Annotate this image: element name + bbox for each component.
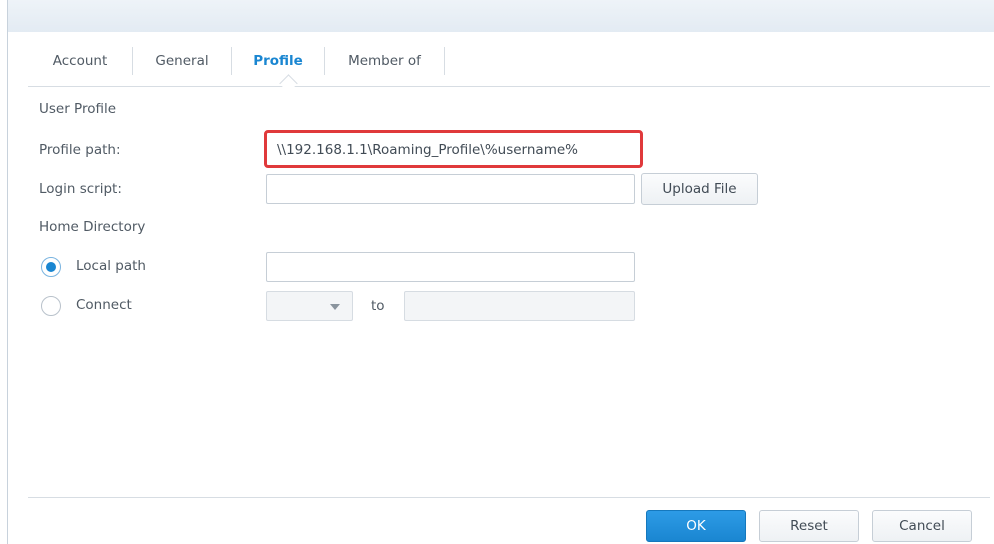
footer-divider (28, 497, 990, 498)
tab-member-of[interactable]: Member of (325, 44, 444, 85)
local-path-radio[interactable] (41, 257, 61, 277)
tab-general[interactable]: General (133, 44, 231, 85)
home-directory-section-label: Home Directory (39, 219, 146, 235)
login-script-input[interactable] (266, 174, 635, 204)
ok-button[interactable]: OK (646, 510, 746, 542)
reset-button[interactable]: Reset (759, 510, 859, 542)
dialog-title-bar[interactable] (8, 0, 994, 32)
local-path-input[interactable] (266, 252, 635, 282)
login-script-label: Login script: (39, 181, 122, 197)
cancel-button[interactable]: Cancel (872, 510, 972, 542)
upload-file-button[interactable]: Upload File (641, 173, 758, 205)
connect-target-input[interactable] (404, 291, 635, 321)
connect-label[interactable]: Connect (76, 297, 132, 313)
local-path-label[interactable]: Local path (76, 258, 146, 274)
connect-radio[interactable] (41, 296, 61, 316)
tab-profile[interactable]: Profile (232, 44, 324, 85)
to-label: to (371, 298, 385, 314)
profile-path-highlight (264, 130, 643, 168)
tab-bar: Account General Profile Member of (28, 44, 990, 93)
user-profile-section-label: User Profile (39, 101, 117, 117)
profile-path-label: Profile path: (39, 142, 121, 158)
user-profile-dialog: Account General Profile Member of User P… (7, 0, 994, 544)
chevron-down-icon (330, 304, 340, 310)
tab-account[interactable]: Account (28, 44, 132, 85)
tab-separator (444, 47, 445, 75)
